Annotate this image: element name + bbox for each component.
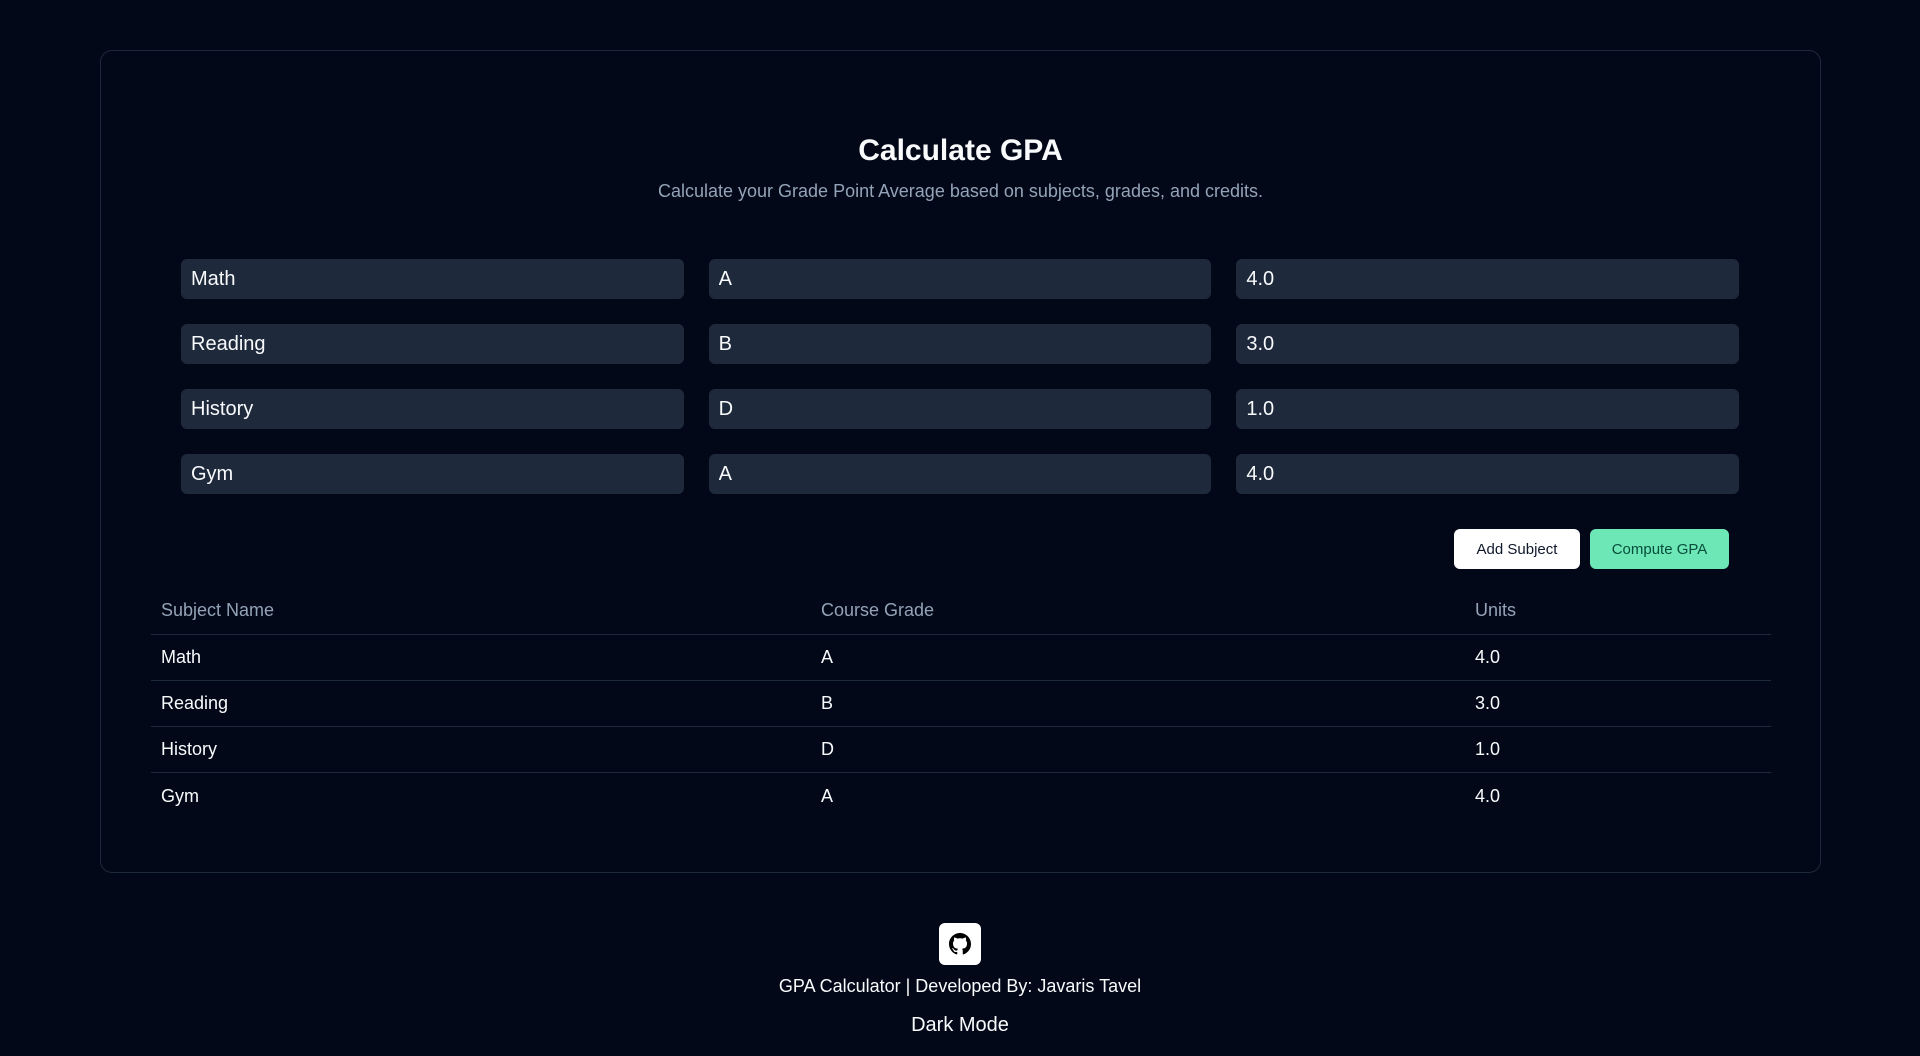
- column-header: Units: [1475, 600, 1517, 620]
- table-cell: Gym: [161, 785, 199, 806]
- table-cell: 4.0: [1475, 647, 1501, 667]
- subject-inputs: [181, 259, 1740, 519]
- table-header-row: Subject Name Course Grade Units: [151, 587, 1771, 635]
- grade-input[interactable]: [708, 454, 1212, 494]
- footer-credit: GPA Calculator | Developed By: Javaris T…: [778, 976, 1142, 996]
- table-cell: Reading: [161, 693, 229, 713]
- table-cell: A: [821, 647, 834, 667]
- page-title: Calculate GPA: [858, 134, 1063, 167]
- compute-gpa-button[interactable]: Compute GPA: [1590, 529, 1729, 569]
- table-cell: History: [161, 739, 218, 759]
- table-row: Gym A 4.0: [151, 773, 1771, 819]
- grade-input[interactable]: [708, 259, 1212, 299]
- column-header: Subject Name: [161, 600, 275, 620]
- table-row: Math A 4.0: [151, 635, 1771, 681]
- action-buttons: Add Subject Compute GPA: [1454, 529, 1729, 569]
- table-cell: B: [821, 693, 834, 713]
- units-input[interactable]: [1236, 454, 1740, 494]
- units-input[interactable]: [1236, 389, 1740, 429]
- dark-mode-toggle[interactable]: Dark Mode: [0, 1014, 1920, 1037]
- input-row: [181, 454, 1740, 494]
- table-cell: 1.0: [1475, 739, 1501, 759]
- input-row: [181, 259, 1740, 299]
- results-table: Subject Name Course Grade Units Math A 4…: [151, 587, 1771, 819]
- units-input[interactable]: [1236, 324, 1740, 364]
- grade-input[interactable]: [708, 389, 1212, 429]
- table-row: Reading B 3.0: [151, 681, 1771, 727]
- page-subtitle: Calculate your Grade Point Average based…: [657, 181, 1264, 201]
- table-cell: D: [821, 739, 834, 759]
- table-cell: Math: [161, 647, 202, 667]
- units-input[interactable]: [1236, 259, 1740, 299]
- table-row: History D 1.0: [151, 727, 1771, 773]
- subject-name-input[interactable]: [181, 259, 684, 299]
- table-cell: A: [821, 785, 834, 806]
- input-row: [181, 389, 1740, 429]
- subject-name-input[interactable]: [181, 454, 684, 494]
- github-icon: [949, 933, 971, 955]
- grade-input[interactable]: [708, 324, 1212, 364]
- gpa-card: Calculate GPA Calculate your Grade Point…: [100, 50, 1821, 873]
- column-header: Course Grade: [821, 600, 935, 620]
- add-subject-button[interactable]: Add Subject: [1454, 529, 1580, 569]
- subject-name-input[interactable]: [181, 324, 684, 364]
- table-cell: 3.0: [1475, 693, 1501, 713]
- input-row: [181, 324, 1740, 364]
- github-link-button[interactable]: [939, 923, 981, 965]
- table-cell: 4.0: [1475, 785, 1501, 806]
- subject-name-input[interactable]: [181, 389, 684, 429]
- page-footer: GPA Calculator | Developed By: Javaris T…: [0, 923, 1920, 1037]
